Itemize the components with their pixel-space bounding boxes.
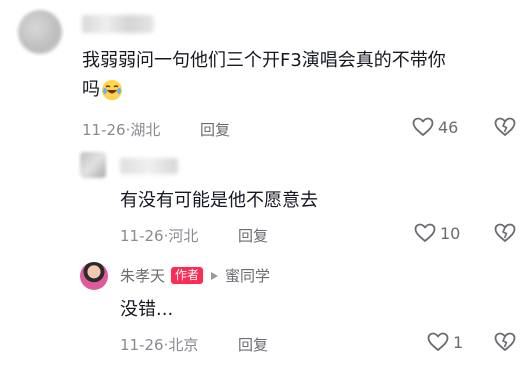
dislike-icon[interactable]	[494, 332, 516, 352]
dislike-icon[interactable]	[494, 223, 516, 243]
author-reply-meta: 11-26·北京	[120, 336, 199, 354]
author-name[interactable]: 朱孝天	[120, 265, 165, 286]
reply-button[interactable]: 回复	[238, 334, 268, 355]
heart-icon[interactable]	[412, 117, 434, 137]
reply-text: 有没有可能是他不愿意去	[120, 190, 318, 211]
author-reply-text: 没错...	[120, 299, 174, 320]
reply-to-name[interactable]: 蜜同学	[225, 265, 270, 286]
replier-name-blurred[interactable]	[120, 158, 178, 174]
replier-avatar[interactable]	[80, 152, 106, 178]
heart-icon[interactable]	[427, 332, 449, 352]
heart-icon[interactable]	[414, 223, 436, 243]
author-badge: 作者	[171, 267, 204, 284]
like-count: 46	[438, 118, 459, 137]
play-triangle-icon	[209, 271, 219, 281]
like-count: 10	[440, 224, 461, 243]
author-avatar[interactable]	[80, 262, 108, 290]
like-count: 1	[453, 333, 464, 352]
laughing-emoji-icon	[102, 79, 122, 100]
comment-text-line2: 吗	[82, 75, 122, 104]
author-header: 朱孝天 作者 蜜同学	[120, 265, 270, 286]
commenter-name-blurred[interactable]	[82, 15, 154, 33]
comment-meta: 11-26·湖北	[82, 121, 161, 139]
reply-meta: 11-26·河北	[120, 227, 199, 245]
reply-button[interactable]: 回复	[238, 225, 268, 246]
comment-text: 我弱弱问一句他们三个开F3演唱会真的不带你	[82, 50, 446, 71]
dislike-icon[interactable]	[494, 117, 516, 137]
reply-button[interactable]: 回复	[200, 119, 230, 140]
commenter-avatar[interactable]	[18, 10, 62, 54]
